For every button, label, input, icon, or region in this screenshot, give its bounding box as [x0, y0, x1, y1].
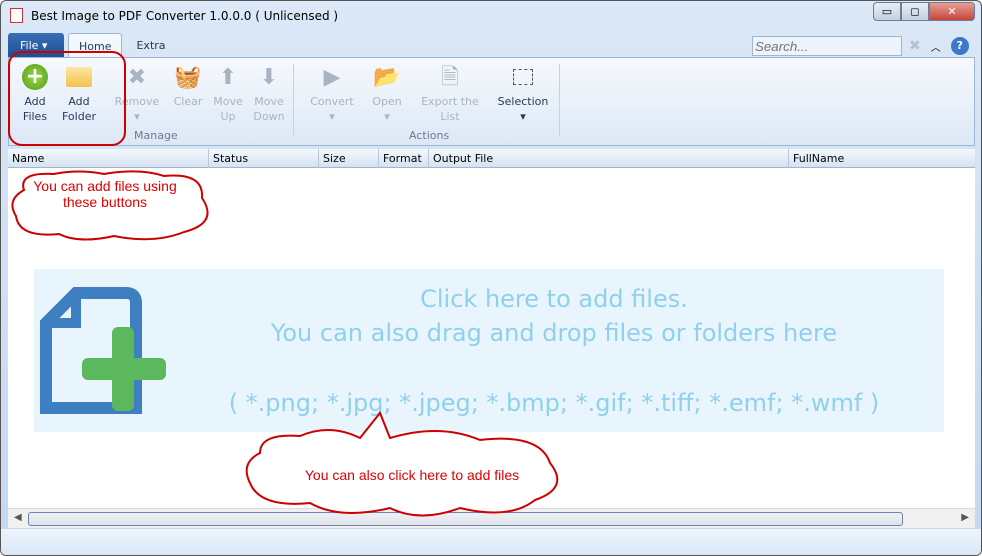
label: Selection	[497, 95, 549, 108]
move-up-button[interactable]: ⬆ Move Up	[209, 62, 247, 124]
app-icon	[10, 8, 23, 23]
help-icon[interactable]: ?	[950, 37, 969, 55]
remove-x-icon: ✖	[127, 64, 147, 90]
label: Move	[213, 95, 243, 108]
status-bar	[1, 529, 981, 555]
window-title: Best Image to PDF Converter 1.0.0.0 ( Un…	[31, 9, 339, 23]
label: List	[440, 110, 460, 123]
tab-extra[interactable]: Extra	[126, 33, 175, 57]
label: Down	[253, 110, 285, 123]
label: Clear	[173, 95, 203, 108]
play-icon: ▶	[323, 64, 341, 90]
separator	[293, 64, 294, 136]
clear-search-icon[interactable]: ✖	[909, 38, 921, 54]
scroll-right-icon[interactable]: ▶	[961, 512, 969, 523]
col-output-file[interactable]: Output File	[429, 149, 789, 168]
title-bar: Best Image to PDF Converter 1.0.0.0 ( Un…	[1, 1, 981, 31]
label: Open	[372, 95, 402, 108]
label: Move	[254, 95, 284, 108]
clear-button[interactable]: 🧺 Clear	[169, 62, 207, 109]
drop-zone-line1: Click here to add files.	[420, 285, 688, 313]
group-manage: Manage	[134, 129, 178, 142]
add-file-icon	[40, 287, 166, 414]
label: Up	[220, 110, 236, 123]
group-actions: Actions	[409, 129, 450, 142]
ribbon: + Add Files Add Folder ✖ Remove ▾ 🧺 Clear ⬆ Mo…	[8, 57, 975, 146]
col-fullname[interactable]: FullName	[789, 149, 975, 168]
selection-icon	[508, 62, 538, 92]
separator	[559, 64, 560, 136]
export-icon: 🗎	[441, 64, 459, 90]
maximize-button[interactable]: ◻	[901, 2, 929, 21]
callout-cloud-dropzone	[245, 411, 559, 517]
col-name[interactable]: Name	[8, 149, 209, 168]
basket-icon: 🧺	[174, 64, 202, 90]
search-input[interactable]	[752, 36, 902, 56]
close-button[interactable]: ✕	[929, 2, 975, 21]
open-folder-icon: 📂	[373, 64, 401, 90]
col-format[interactable]: Format	[379, 149, 429, 168]
label: Export the	[421, 95, 479, 108]
annotation-highlight	[8, 51, 126, 146]
callout-text-dropzone: You can also click here to add files	[304, 467, 520, 483]
selection-button[interactable]: Selection ▾	[495, 62, 551, 124]
drop-zone-line2: You can also drag and drop files or fold…	[270, 319, 838, 347]
arrow-down-icon: ⬇	[259, 64, 279, 90]
minimize-button[interactable]: ▭	[873, 2, 901, 21]
col-size[interactable]: Size	[319, 149, 379, 168]
collapse-ribbon-icon[interactable]: ︿	[931, 39, 941, 54]
column-header: Name Status Size Format Output File Full…	[8, 149, 975, 168]
arrow-up-icon: ⬆	[218, 64, 238, 90]
move-down-button[interactable]: ⬇ Move Down	[249, 62, 289, 124]
convert-button[interactable]: ▶ Convert ▾	[307, 62, 357, 124]
open-button[interactable]: 📂 Open ▾	[367, 62, 407, 124]
scroll-left-icon[interactable]: ◀	[14, 512, 22, 523]
export-list-button[interactable]: 🗎 Export the List	[419, 62, 481, 124]
label: Convert	[310, 95, 354, 108]
callout-text-buttons: You can add files using these buttons	[33, 178, 177, 210]
col-status[interactable]: Status	[209, 149, 319, 168]
